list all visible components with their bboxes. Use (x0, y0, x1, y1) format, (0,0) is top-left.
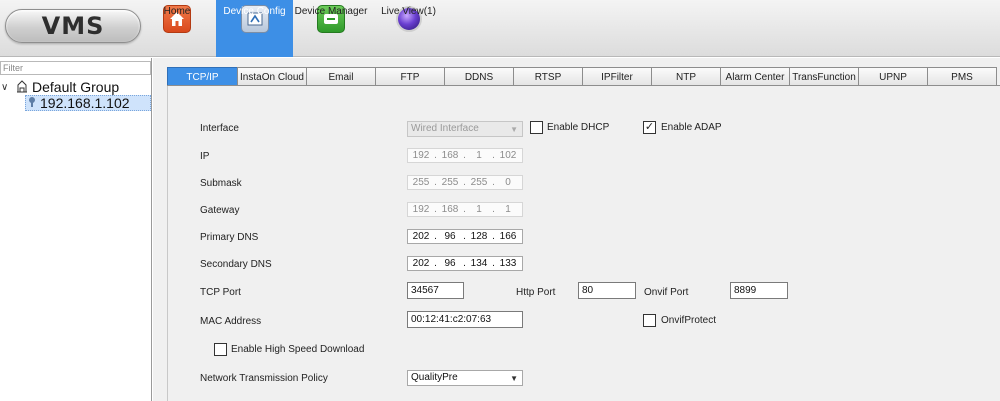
onvif-port-label: Onvif Port (644, 287, 689, 298)
secondary-dns-field[interactable]: 202. 96. 134. 133 (407, 256, 523, 271)
tab-rtsp[interactable]: RTSP (513, 67, 583, 86)
submask-octet: 255 (470, 177, 488, 188)
nav-label: Device Manager (294, 6, 368, 17)
tree-device-item[interactable]: 192.168.1.102 (25, 95, 151, 111)
tab-alarm-center[interactable]: Alarm Center (720, 67, 790, 86)
chevron-down-icon: ▼ (510, 374, 518, 383)
tab-transfunction[interactable]: TransFunction (789, 67, 859, 86)
interface-select: Wired Interface ▼ (407, 121, 523, 137)
nav-label: Device Config (223, 6, 286, 17)
enable-adap-label: Enable ADAP (661, 122, 722, 133)
tree-device-label: 192.168.1.102 (40, 95, 130, 111)
network-policy-select[interactable]: QualityPre ▼ (407, 370, 523, 386)
tab-instaon-cloud[interactable]: InstaOn Cloud (237, 67, 307, 86)
interface-label: Interface (200, 123, 239, 134)
gateway-octet: 168 (441, 204, 459, 215)
network-policy-label: Network Transmission Policy (200, 373, 328, 384)
tab-ntp[interactable]: NTP (651, 67, 721, 86)
mac-address-label: MAC Address (200, 316, 262, 327)
submask-field: 255. 255. 255. 0 (407, 175, 523, 190)
gateway-octet: 1 (505, 204, 511, 215)
http-port-label: Http Port (516, 287, 556, 298)
enable-dhcp-checkbox[interactable] (530, 121, 543, 134)
vms-logo: VMS (5, 9, 141, 43)
ip-field: 192. 168. 1. 102 (407, 148, 523, 163)
tree-group-label: Default Group (32, 79, 120, 95)
tcp-port-label: TCP Port (200, 287, 241, 298)
ip-octet: 1 (476, 150, 482, 161)
chevron-down-icon[interactable]: ∨ (1, 82, 15, 93)
tab-ftp[interactable]: FTP (375, 67, 445, 86)
primary-dns-field[interactable]: 202. 96. 128. 166 (407, 229, 523, 244)
filter-input[interactable]: Filter (0, 61, 151, 75)
interface-value: Wired Interface (411, 123, 479, 134)
device-icon (28, 95, 36, 111)
tab-ddns[interactable]: DDNS (444, 67, 514, 86)
config-tabs: TCP/IP InstaOn Cloud Email FTP DDNS RTSP… (167, 67, 997, 86)
device-tree-panel: Filter ∨ Default Group 192.168.1.102 (0, 58, 152, 401)
gateway-octet: 192 (412, 204, 430, 215)
nav-live-view-button[interactable]: Live View(1) (381, 0, 436, 57)
primary-dns-octet[interactable]: 202 (408, 231, 434, 242)
submask-octet: 0 (505, 177, 511, 188)
primary-dns-label: Primary DNS (200, 232, 259, 243)
primary-dns-octet[interactable]: 96 (437, 231, 463, 242)
ip-octet: 168 (441, 150, 459, 161)
http-port-input[interactable]: 80 (578, 282, 636, 299)
onvif-protect-label: OnvifProtect (661, 315, 717, 326)
top-toolbar: VMS Home Device Config Device Manager Li… (0, 0, 1000, 57)
secondary-dns-octet[interactable]: 134 (466, 258, 492, 269)
submask-label: Submask (200, 178, 242, 189)
tab-upnp[interactable]: UPNP (858, 67, 928, 86)
gateway-octet: 1 (476, 204, 482, 215)
ip-octet: 102 (499, 150, 517, 161)
group-icon (15, 79, 29, 96)
tab-tcp-ip[interactable]: TCP/IP (167, 67, 238, 86)
gateway-field: 192. 168. 1. 1 (407, 202, 523, 217)
tab-pms[interactable]: PMS (927, 67, 997, 86)
onvif-protect-checkbox[interactable] (643, 314, 656, 327)
primary-dns-octet[interactable]: 128 (466, 231, 492, 242)
secondary-dns-octet[interactable]: 133 (495, 258, 521, 269)
config-main-area: TCP/IP InstaOn Cloud Email FTP DDNS RTSP… (153, 58, 1000, 401)
nav-device-config-button[interactable]: Device Config (216, 0, 293, 57)
submask-octet: 255 (441, 177, 459, 188)
secondary-dns-octet[interactable]: 202 (408, 258, 434, 269)
enable-dhcp-label: Enable DHCP (547, 122, 610, 133)
nav-home-button[interactable]: Home (156, 0, 198, 57)
submask-octet: 255 (412, 177, 430, 188)
nav-label: Home (163, 6, 191, 17)
high-speed-download-checkbox[interactable] (214, 343, 227, 356)
secondary-dns-octet[interactable]: 96 (437, 258, 463, 269)
high-speed-download-label: Enable High Speed Download (231, 344, 365, 355)
tab-email[interactable]: Email (306, 67, 376, 86)
ip-label: IP (200, 151, 210, 162)
check-icon: ✓ (644, 121, 655, 133)
enable-adap-checkbox[interactable]: ✓ (643, 121, 656, 134)
tcp-port-input[interactable]: 34567 (407, 282, 464, 299)
nav-device-manager-button[interactable]: Device Manager (294, 0, 368, 57)
tab-ipfilter[interactable]: IPFilter (582, 67, 652, 86)
gateway-label: Gateway (200, 205, 240, 216)
primary-dns-octet[interactable]: 166 (495, 231, 521, 242)
tree-group-default[interactable]: ∨ Default Group (1, 79, 119, 95)
network-policy-value: QualityPre (411, 372, 458, 383)
tcp-ip-form: Interface Wired Interface ▼ Enable DHCP … (167, 86, 1000, 401)
onvif-port-input[interactable]: 8899 (730, 282, 788, 299)
secondary-dns-label: Secondary DNS (200, 259, 272, 270)
nav-label: Live View(1) (381, 6, 436, 17)
chevron-down-icon: ▼ (510, 125, 518, 134)
ip-octet: 192 (412, 150, 430, 161)
mac-address-input[interactable]: 00:12:41:c2:07:63 (407, 311, 523, 328)
